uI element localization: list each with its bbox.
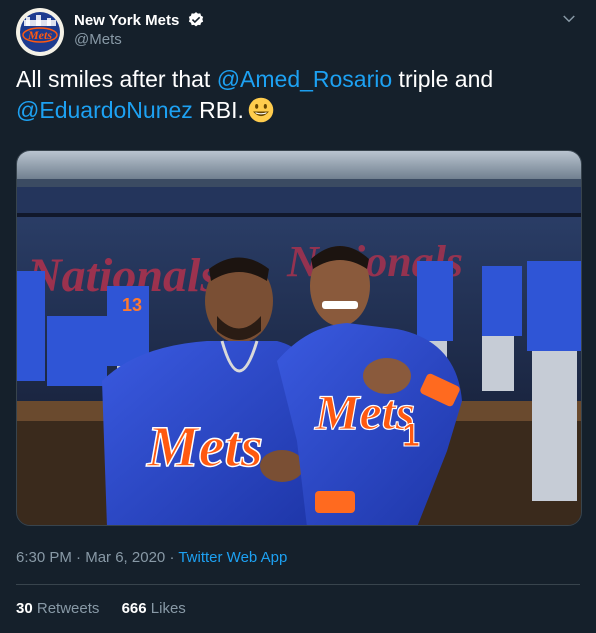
handle: @Mets [74,31,122,49]
retweets-stat[interactable]: 30 Retweets [16,600,99,617]
tweet-text: All smiles after that @Amed_Rosario trip… [16,64,580,126]
tweet-text-part: All smiles after that [16,66,217,92]
tweet-text-part: RBI. [192,97,244,123]
verified-badge-icon [188,12,203,27]
tweet-time[interactable]: 6:30 PM [16,549,72,566]
likes-stat[interactable]: 666 Likes [122,600,186,617]
tweet-date[interactable]: Mar 6, 2020 [85,549,165,566]
jersey-number-right: 1 [402,417,420,453]
divider [16,584,580,585]
retweets-count: 30 [16,600,33,617]
retweets-label: Retweets [36,600,100,617]
tweet-meta: 6:30 PM · Mar 6, 2020 · Twitter Web App [16,549,287,566]
smiling-face-emoji-icon [248,97,274,123]
source-app-link[interactable]: Twitter Web App [178,549,287,566]
svg-text:Mets: Mets [27,28,52,42]
jersey-wordmark-left: Mets [146,414,263,479]
likes-label: Likes [150,600,186,617]
tweet-text-part: triple and [392,66,494,92]
meta-separator: · [76,549,82,566]
likes-count: 666 [121,600,147,617]
tweet-stats: 30 Retweets 666 Likes [16,600,204,617]
mets-logo-icon: Mets [17,9,63,55]
tweet-photo[interactable]: Nationals Nationals 13 Mets Mets 1 [16,150,582,526]
meta-separator: · [169,549,175,566]
svg-text:13: 13 [122,295,142,315]
mention-link[interactable]: @Amed_Rosario [217,66,392,92]
account-name-block[interactable]: New York Mets @Mets [74,11,205,48]
avatar[interactable]: Mets [16,8,64,56]
mention-link[interactable]: @EduardoNunez [16,97,193,123]
tweet-header: Mets New York Mets @Mets [16,8,580,56]
chevron-down-icon[interactable] [560,10,578,28]
display-name[interactable]: New York Mets [74,12,179,29]
jersey-wordmark-right: Mets [314,384,415,440]
